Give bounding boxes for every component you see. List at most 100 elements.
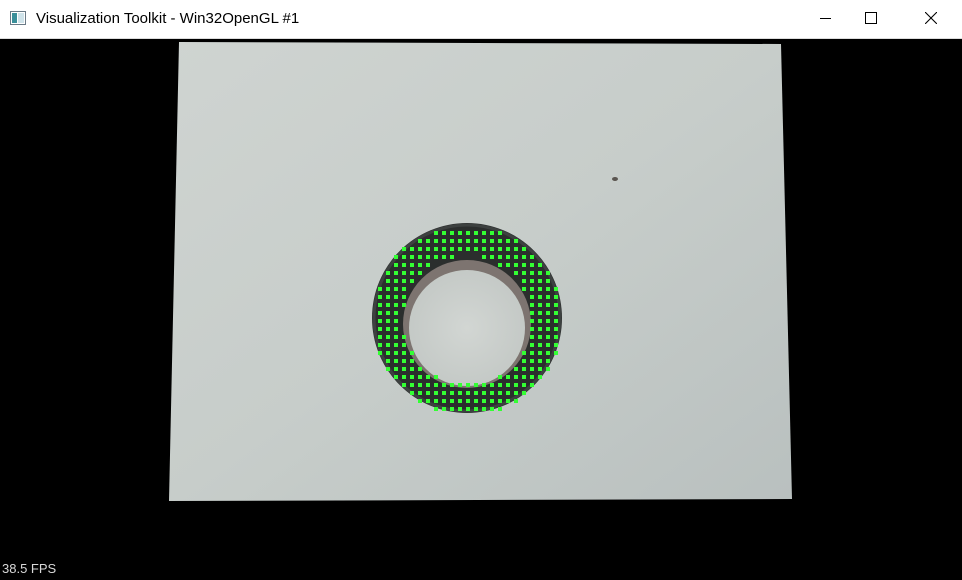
point-cloud-point: [554, 295, 558, 299]
point-cloud-point: [394, 263, 398, 267]
point-cloud-point: [434, 407, 438, 411]
point-cloud-point: [442, 391, 446, 395]
maximize-button[interactable]: [848, 0, 894, 39]
point-cloud-point: [466, 399, 470, 403]
point-cloud-point: [394, 359, 398, 363]
point-cloud-point: [546, 303, 550, 307]
point-cloud-point: [442, 231, 446, 235]
point-cloud-point: [402, 343, 406, 347]
point-cloud-point: [546, 327, 550, 331]
point-cloud-point: [418, 383, 422, 387]
point-cloud-point: [530, 327, 534, 331]
point-cloud-point: [522, 383, 526, 387]
minimize-button[interactable]: [802, 0, 848, 39]
point-cloud-point: [410, 375, 414, 379]
point-cloud-point: [490, 391, 494, 395]
title-bar[interactable]: Visualization Toolkit - Win32OpenGL #1: [0, 0, 962, 39]
window-title: Visualization Toolkit - Win32OpenGL #1: [36, 10, 300, 27]
point-cloud-point: [450, 255, 454, 259]
point-cloud-point: [554, 335, 558, 339]
point-cloud-point: [546, 279, 550, 283]
point-cloud-point: [474, 383, 478, 387]
point-cloud-point: [466, 231, 470, 235]
point-cloud-point: [538, 375, 542, 379]
point-cloud-point: [458, 399, 462, 403]
point-cloud-point: [386, 319, 390, 323]
point-cloud-point: [394, 279, 398, 283]
point-cloud-point: [442, 247, 446, 251]
point-cloud-point: [530, 287, 534, 291]
point-cloud-point: [498, 231, 502, 235]
point-cloud-point: [482, 247, 486, 251]
point-cloud-point: [450, 383, 454, 387]
scene-canvas: [169, 42, 792, 501]
point-cloud-point: [402, 271, 406, 275]
point-cloud-point: [474, 399, 478, 403]
point-cloud-point: [514, 367, 518, 371]
point-cloud-point: [490, 399, 494, 403]
point-cloud-point: [490, 383, 494, 387]
point-cloud-point: [506, 375, 510, 379]
point-cloud-point: [434, 391, 438, 395]
point-cloud-point: [394, 327, 398, 331]
point-cloud-point: [498, 375, 502, 379]
point-cloud-point: [418, 271, 422, 275]
point-cloud-point: [418, 239, 422, 243]
point-cloud-point: [498, 407, 502, 411]
point-cloud-point: [394, 351, 398, 355]
point-cloud-point: [418, 255, 422, 259]
point-cloud-point: [402, 263, 406, 267]
point-cloud-point: [442, 407, 446, 411]
point-cloud-point: [410, 383, 414, 387]
point-cloud-point: [538, 271, 542, 275]
point-cloud-point: [498, 263, 502, 267]
point-cloud-point: [386, 351, 390, 355]
point-cloud-point: [450, 247, 454, 251]
point-cloud-point: [514, 383, 518, 387]
point-cloud-point: [386, 343, 390, 347]
point-cloud-point: [378, 303, 382, 307]
point-cloud-point: [410, 279, 414, 283]
point-cloud-point: [386, 287, 390, 291]
point-cloud-point: [394, 255, 398, 259]
point-cloud-point: [498, 255, 502, 259]
point-cloud-point: [530, 335, 534, 339]
point-cloud-point: [522, 263, 526, 267]
point-cloud-point: [434, 375, 438, 379]
point-cloud-point: [482, 255, 486, 259]
point-cloud-point: [554, 311, 558, 315]
point-cloud-point: [402, 383, 406, 387]
point-cloud-point: [402, 279, 406, 283]
point-cloud-point: [482, 391, 486, 395]
point-cloud-point: [450, 407, 454, 411]
point-cloud-point: [434, 231, 438, 235]
close-button[interactable]: [908, 0, 954, 39]
point-cloud-point: [514, 391, 518, 395]
point-cloud-point: [506, 247, 510, 251]
point-cloud-point: [426, 391, 430, 395]
point-cloud-point: [554, 351, 558, 355]
point-cloud-point: [394, 375, 398, 379]
point-cloud-point: [538, 343, 542, 347]
maximize-icon: [865, 11, 877, 29]
point-cloud-point: [474, 391, 478, 395]
point-cloud-point: [498, 239, 502, 243]
point-cloud-point: [546, 343, 550, 347]
render-viewport[interactable]: [1, 39, 961, 579]
fps-counter: 38.5 FPS: [2, 561, 57, 576]
point-cloud-point: [410, 247, 414, 251]
point-cloud-point: [522, 287, 526, 291]
point-cloud-point: [522, 255, 526, 259]
point-cloud-point: [458, 231, 462, 235]
point-cloud-point: [386, 367, 390, 371]
point-cloud-point: [458, 383, 462, 387]
point-cloud-point: [554, 343, 558, 347]
point-cloud-point: [402, 367, 406, 371]
point-cloud-point: [538, 303, 542, 307]
point-cloud-point: [522, 375, 526, 379]
point-cloud-point: [418, 263, 422, 267]
point-cloud-point: [538, 367, 542, 371]
point-cloud-point: [434, 247, 438, 251]
point-cloud-point: [386, 271, 390, 275]
point-cloud-point: [554, 303, 558, 307]
